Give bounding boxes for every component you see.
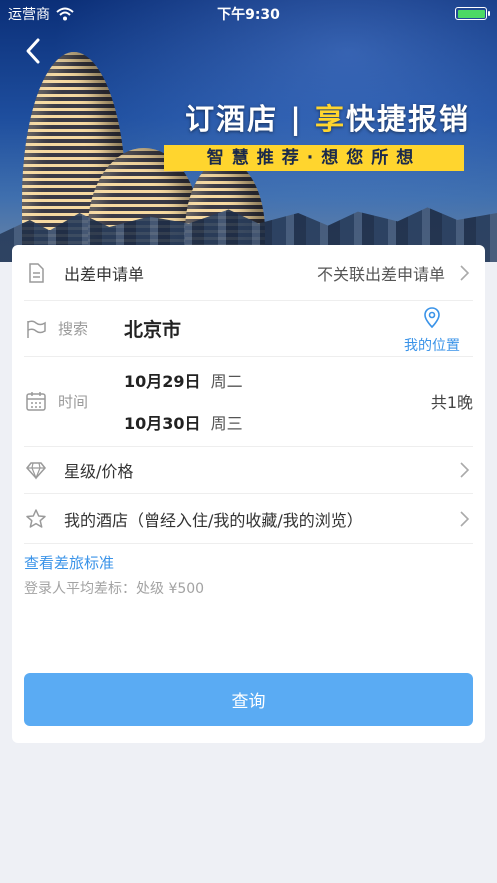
status-bar: 运营商 下午9:30 xyxy=(0,0,497,26)
diamond-icon xyxy=(24,458,48,482)
hero-banner: 订酒店 | 享快捷报销 智慧推荐·想您所想 xyxy=(0,0,497,262)
checkout-weekday: 周三 xyxy=(210,414,243,433)
chevron-right-icon xyxy=(457,264,471,282)
back-arrow-icon xyxy=(26,38,40,64)
star-price-row[interactable]: 星级/价格 xyxy=(24,446,473,494)
travel-application-row[interactable]: 出差申请单 不关联出差申请单 xyxy=(24,245,473,301)
checkout-date[interactable]: 10月30日 周三 xyxy=(124,410,243,434)
battery-icon xyxy=(455,7,490,20)
star-icon xyxy=(24,507,48,531)
destination-search-row[interactable]: 搜索 北京市 我的位置 xyxy=(24,301,473,357)
checkin-date[interactable]: 10月29日 周二 xyxy=(124,368,243,392)
back-button[interactable] xyxy=(22,36,46,66)
banner-subtitle: 智慧推荐·想您所想 xyxy=(164,145,464,171)
status-time: 下午9:30 xyxy=(217,7,280,23)
banner-title-highlight: 享 xyxy=(314,102,346,136)
chevron-right-icon xyxy=(457,461,471,479)
banner-title: 订酒店 | 享快捷报销 xyxy=(160,96,470,138)
star-price-label: 星级/价格 xyxy=(64,462,134,481)
view-travel-standard-link[interactable]: 查看差旅标准 xyxy=(24,552,114,573)
banner-title-post: 快捷报销 xyxy=(345,102,470,136)
date-row[interactable]: 时间 10月29日 周二 10月30日 周三 共1晚 xyxy=(24,357,473,445)
travel-standard-note: 登录人平均差标：处级 ¥500 xyxy=(24,581,205,597)
booking-form-card: 出差申请单 不关联出差申请单 搜索 北京市 我的位置 时间 10月29日 周二 … xyxy=(12,245,485,743)
battery-fill xyxy=(457,9,485,18)
query-button[interactable]: 查询 xyxy=(24,673,473,726)
checkout-date-value: 10月30日 xyxy=(124,414,201,433)
checkin-date-value: 10月29日 xyxy=(124,372,201,391)
nights-count: 共1晚 xyxy=(430,393,473,412)
document-icon xyxy=(24,261,48,285)
my-location-label: 我的位置 xyxy=(404,338,460,354)
search-label: 搜索 xyxy=(58,320,89,338)
calendar-icon xyxy=(24,389,48,413)
destination-city[interactable]: 北京市 xyxy=(124,315,181,342)
travel-application-value: 不关联出差申请单 xyxy=(316,264,445,284)
location-pin-icon xyxy=(424,307,440,329)
my-hotels-row[interactable]: 我的酒店（曾经入住/我的收藏/我的浏览） xyxy=(24,494,473,544)
date-range: 10月29日 周二 10月30日 周三 xyxy=(124,368,243,434)
my-location-button[interactable]: 我的位置 xyxy=(397,307,467,355)
my-hotels-label: 我的酒店（曾经入住/我的收藏/我的浏览） xyxy=(64,510,363,530)
chevron-right-icon xyxy=(457,510,471,528)
travel-application-label: 出差申请单 xyxy=(64,264,145,284)
time-label: 时间 xyxy=(58,392,89,411)
banner-title-pre: 订酒店 | xyxy=(185,102,315,136)
flag-icon xyxy=(24,317,48,341)
checkin-weekday: 周二 xyxy=(210,372,243,391)
